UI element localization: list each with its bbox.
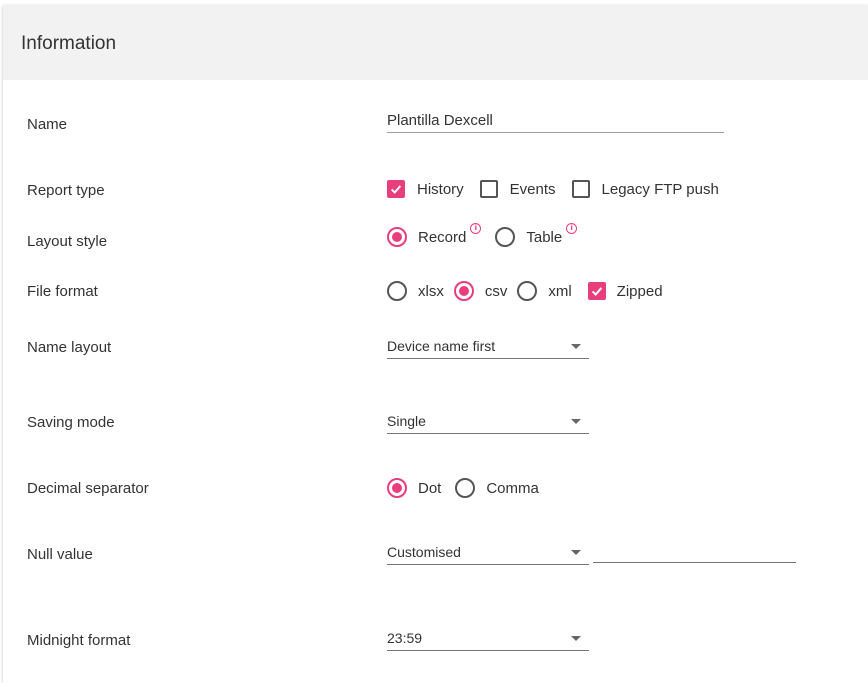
file-format-label: File format (27, 283, 98, 300)
name-label: Name (27, 116, 68, 133)
legacy-ftp-push-label: Legacy FTP push (601, 180, 719, 198)
report-type-legacy-ftp-option[interactable]: Legacy FTP push (571, 180, 719, 198)
midnight-format-value: 23:59 (387, 630, 423, 646)
zipped-checkbox[interactable] (587, 282, 606, 300)
report-type-events-option[interactable]: Events (479, 180, 556, 198)
decimal-separator-label: Decimal separator (27, 480, 149, 497)
xlsx-radio[interactable] (387, 281, 407, 301)
check-icon (591, 287, 602, 296)
comma-radio[interactable] (455, 478, 476, 498)
check-icon (390, 185, 402, 194)
events-label: Events (509, 180, 556, 198)
xlsx-label: xlsx (418, 282, 444, 300)
format-xlsx-option[interactable]: xlsx (387, 281, 444, 301)
comma-label: Comma (486, 479, 539, 497)
layout-record-option[interactable]: Record i (387, 222, 482, 247)
legacy-ftp-push-checkbox[interactable] (571, 180, 590, 198)
report-type-group: History Events Legacy FTP push (387, 180, 719, 198)
name-layout-label: Name layout (27, 339, 112, 356)
report-type-label: Report type (27, 182, 105, 199)
name-input[interactable] (387, 108, 724, 133)
info-icon[interactable]: i (566, 222, 578, 234)
saving-mode-select[interactable]: Single (387, 409, 589, 434)
history-label: History (417, 180, 464, 198)
zipped-option[interactable]: Zipped (587, 282, 663, 300)
chevron-down-icon (571, 344, 581, 349)
chevron-down-icon (571, 550, 581, 555)
decimal-dot-option[interactable]: Dot (387, 478, 441, 498)
midnight-format-select[interactable]: 23:59 (387, 626, 589, 651)
format-csv-option[interactable]: csv (453, 281, 508, 301)
saving-mode-label: Saving mode (27, 414, 115, 431)
chevron-down-icon (571, 636, 581, 641)
format-xml-option[interactable]: xml (517, 281, 572, 301)
report-type-history-option[interactable]: History (387, 180, 464, 198)
csv-label: csv (484, 282, 508, 300)
null-value-value: Customised (387, 544, 461, 560)
layout-style-group: Record i Table i (387, 222, 578, 247)
file-format-group: xlsx csv xml Zipped (387, 281, 663, 301)
zipped-label: Zipped (616, 282, 663, 300)
record-label: Record (418, 228, 467, 246)
decimal-comma-option[interactable]: Comma (455, 478, 539, 498)
csv-radio[interactable] (453, 281, 474, 301)
panel-header: Information (3, 5, 868, 80)
dot-label: Dot (418, 479, 442, 497)
null-value-select[interactable]: Customised (387, 540, 589, 565)
null-value-custom-input[interactable] (593, 538, 796, 563)
layout-style-label: Layout style (27, 233, 108, 250)
xml-label: xml (548, 282, 572, 300)
table-radio[interactable] (495, 227, 516, 247)
null-value-label: Null value (27, 546, 93, 563)
dot-radio[interactable] (387, 478, 407, 498)
saving-mode-value: Single (387, 413, 426, 429)
midnight-format-label: Midnight format (27, 632, 131, 649)
table-label: Table (526, 228, 563, 246)
decimal-separator-group: Dot Comma (387, 478, 539, 498)
panel-title: Information (21, 33, 117, 54)
layout-table-option[interactable]: Table i (495, 222, 578, 247)
record-radio[interactable] (387, 227, 407, 247)
events-checkbox[interactable] (479, 180, 498, 198)
name-layout-value: Device name first (387, 338, 496, 354)
history-checkbox[interactable] (387, 180, 405, 198)
name-layout-select[interactable]: Device name first (387, 334, 589, 359)
xml-radio[interactable] (517, 281, 538, 301)
info-icon[interactable]: i (470, 222, 482, 234)
chevron-down-icon (571, 419, 581, 424)
